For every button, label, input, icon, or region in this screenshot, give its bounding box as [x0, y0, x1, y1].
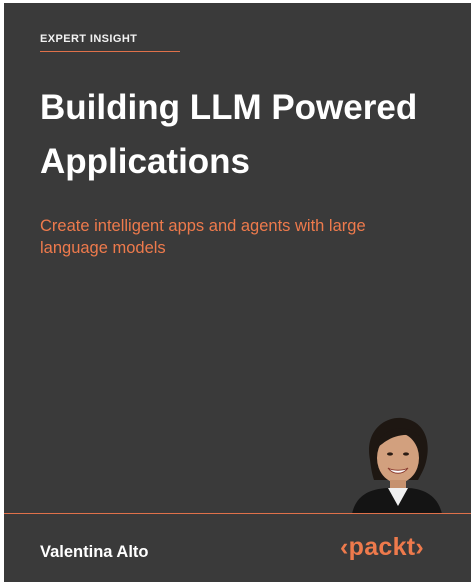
packt-logo: ‹packt›: [340, 533, 425, 561]
book-subtitle: Create intelligent apps and agents with …: [40, 217, 366, 257]
author-photo: [346, 410, 442, 514]
author-name: Valentina Alto: [40, 543, 149, 561]
book-cover: EXPERT INSIGHT Building LLM Powered Appl…: [4, 3, 471, 582]
book-title: Building LLM Powered Applications: [40, 88, 418, 181]
bottom-divider: [4, 513, 471, 514]
series-label: EXPERT INSIGHT: [40, 33, 138, 45]
series-divider: [40, 51, 180, 52]
